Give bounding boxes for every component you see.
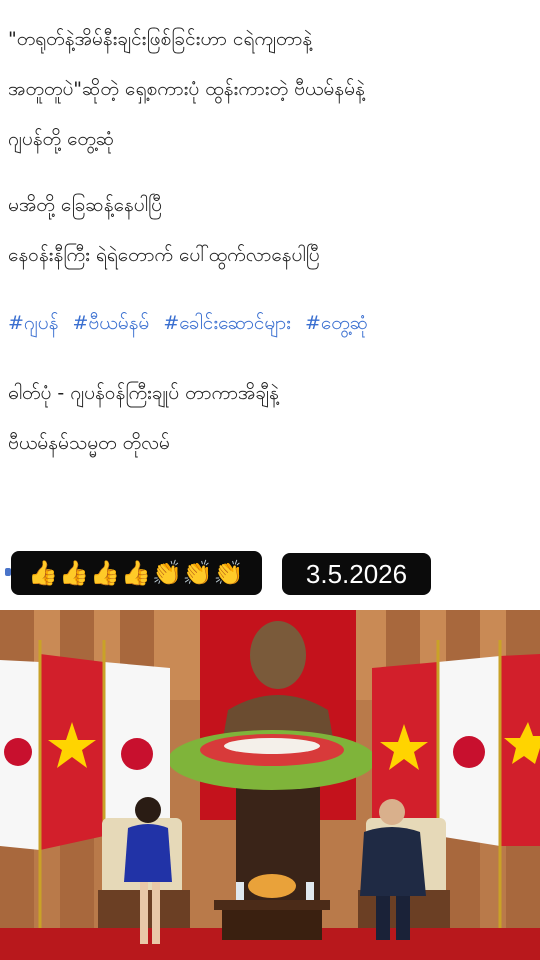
meeting-photo [0, 610, 540, 960]
hashtag-japan[interactable]: #ဂျပန် [8, 312, 58, 334]
hashtag-meeting[interactable]: #တွေ့ဆုံ [305, 312, 368, 334]
post-line: "တရုတ်နဲ့အိမ်နီးချင်းဖြစ်ခြင်းဟာ ငရဲကျတာ… [8, 28, 313, 50]
post-paragraph-intro: "တရုတ်နဲ့အိမ်နီးချင်းဖြစ်ခြင်းဟာ ငရဲကျတာ… [8, 14, 532, 164]
post-line: ဂျပန်တို့ တွေ့ဆုံ [8, 128, 115, 150]
post-line: အတူတူပဲ"ဆိုတဲ့ ရှေ့စကားပုံ ထွန်းကားတဲ့ ဗ… [8, 78, 365, 100]
post-paragraph-comment: မအိတို့ ခြေဆန့်နေပါပြီ နေဝန်းနီကြီး ရဲရဲ… [8, 180, 532, 280]
hashtag-leaders[interactable]: #ခေါင်းဆောင်များ [163, 312, 291, 334]
caption-line: ဓါတ်ပုံ - ဂျပန်ဝန်ကြီးချုပ် တာကာအိချီနဲ့ [8, 382, 279, 404]
post-line: နေဝန်းနီကြီး ရဲရဲတောက် ပေါ်ထွက်လာနေပါပြီ [8, 244, 320, 266]
post-line: မအိတို့ ခြေဆန့်နေပါပြီ [8, 194, 162, 216]
post-body: "တရုတ်နဲ့အိမ်နီးချင်းဖြစ်ခြင်းဟာ ငရဲကျတာ… [8, 14, 532, 468]
reaction-emoji-badge: 👍👍👍👍👏👏👏 [11, 551, 262, 595]
photo-caption: ဓါတ်ပုံ - ဂျပန်ဝန်ကြီးချုပ် တာကာအိချီနဲ့… [8, 368, 532, 468]
date-badge: 3.5.2026 [282, 553, 431, 595]
hashtag-list: #ဂျပန် #ဗီယမ်နမ် #ခေါင်းဆောင်များ #တွေ့ဆ… [8, 298, 532, 348]
hashtag-vietnam[interactable]: #ဗီယမ်နမ် [73, 312, 150, 334]
caption-line: ဗီယမ်နမ်သမ္မတ တိုလမ် [8, 432, 170, 454]
